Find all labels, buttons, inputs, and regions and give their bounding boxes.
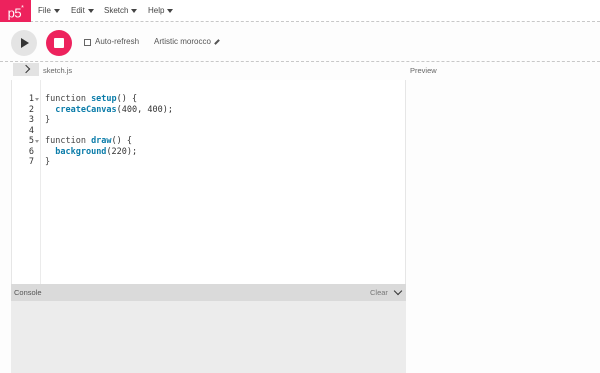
- play-button[interactable]: [11, 30, 37, 56]
- line-number: 6: [28, 146, 34, 157]
- auto-refresh-checkbox[interactable]: [84, 39, 91, 46]
- sketch-name-text: Artistic morocco: [154, 37, 211, 46]
- code-line: createCanvas(400, 400);: [55, 104, 173, 115]
- menu-edit[interactable]: Edit: [71, 0, 94, 22]
- fold-arrow-icon[interactable]: [35, 98, 39, 101]
- p5-logo[interactable]: p5*: [0, 0, 31, 22]
- code-line: }: [45, 157, 51, 167]
- chevron-down-icon[interactable]: [393, 286, 403, 296]
- console-header: Console Clear: [11, 284, 406, 301]
- code-line: function draw() {: [45, 136, 133, 146]
- code-line: }: [45, 115, 51, 125]
- menu-file[interactable]: File: [38, 0, 60, 22]
- chevron-down-icon: [167, 8, 174, 13]
- console-output: [11, 301, 406, 373]
- sketch-name[interactable]: Artistic morocco: [154, 37, 220, 46]
- play-icon: [21, 38, 29, 48]
- preview-label: Preview: [410, 66, 437, 75]
- menu-sketch[interactable]: Sketch: [104, 0, 138, 22]
- expand-sidebar-button[interactable]: [13, 63, 39, 76]
- line-number: 4: [28, 125, 34, 136]
- code-editor[interactable]: 1 2 3 4 5 6 7 function setup() { createC…: [11, 80, 406, 284]
- code-line: function setup() {: [45, 94, 138, 104]
- pencil-icon[interactable]: [214, 39, 220, 45]
- code-line: background(220);: [55, 146, 138, 157]
- line-number: 3: [28, 115, 34, 125]
- stop-button[interactable]: [46, 30, 72, 56]
- stop-icon: [54, 38, 64, 48]
- line-number: 2: [28, 104, 34, 115]
- chevron-right-icon: [21, 64, 31, 74]
- p5-editor-window: p5* File Edit Sketch Help Auto-refresh A…: [0, 0, 600, 373]
- chevron-down-icon: [87, 8, 94, 13]
- line-number: 1: [28, 94, 34, 104]
- top-nav: p5* File Edit Sketch Help: [0, 0, 600, 22]
- line-number: 7: [28, 157, 34, 167]
- line-number: 5: [28, 136, 34, 146]
- fold-arrow-icon[interactable]: [35, 140, 39, 143]
- line-gutter: 1 2 3 4 5 6 7: [12, 80, 41, 284]
- menu-help[interactable]: Help: [148, 0, 174, 22]
- console-label: Console: [14, 288, 42, 297]
- chevron-down-icon: [131, 8, 138, 13]
- chevron-down-icon: [53, 8, 60, 13]
- file-tab-sketch-js[interactable]: sketch.js: [43, 66, 72, 75]
- clear-console-button[interactable]: Clear: [370, 288, 388, 297]
- auto-refresh-label[interactable]: Auto-refresh: [95, 37, 139, 46]
